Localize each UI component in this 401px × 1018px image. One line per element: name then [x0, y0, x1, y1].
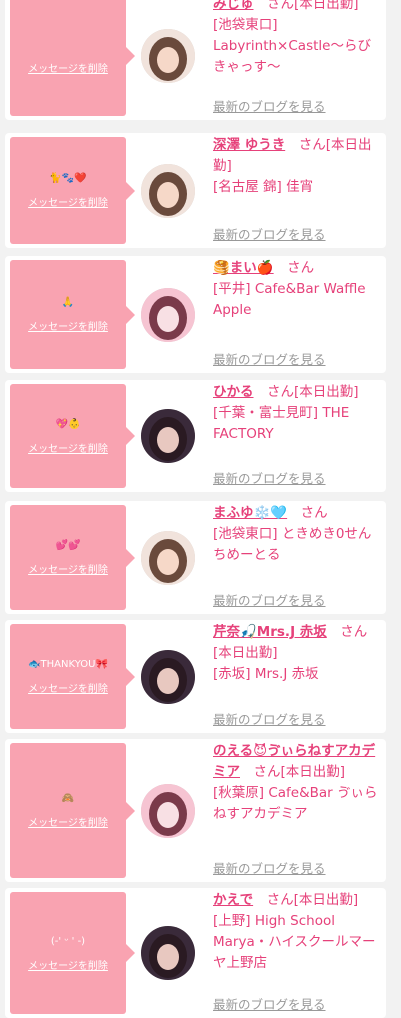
avatar[interactable] — [141, 164, 195, 218]
status-text: さん — [300, 505, 328, 521]
delete-message-link[interactable]: メッセージを削除 — [28, 318, 108, 333]
message-text: 💖👶 — [55, 418, 81, 430]
cast-info: ひかる さん[本日出勤] [千葉・富士見町] THE FACTORY — [213, 382, 381, 445]
cast-info: のえる😈ゔぃらねすアカデミア さん[本日出勤] [秋葉原] Cafe&Bar ゔぃ… — [213, 741, 381, 825]
follow-card: (-' ᵕ ' -) メッセージを削除 かえで さん[本日出勤] [上野] High … — [5, 888, 386, 1018]
cast-name-link[interactable]: みじゅ — [213, 0, 254, 12]
avatar[interactable] — [141, 926, 195, 980]
message-bubble: 🙏 メッセージを削除 — [10, 260, 135, 369]
message-bubble: 🐟THANKYOU🎀 メッセージを削除 — [10, 624, 135, 729]
shop-name: [池袋東口] Labyrinth×Castle〜らびきゃっす〜 — [213, 17, 371, 75]
follow-card: メッセージを削除 みじゅ さん[本日出勤] [池袋東口] Labyrinth×Cas… — [5, 0, 386, 120]
cast-info: みじゅ さん[本日出勤] [池袋東口] Labyrinth×Castle〜らびきゃ… — [213, 0, 381, 78]
delete-message-link[interactable]: メッセージを削除 — [28, 60, 108, 75]
follow-card: 🐟THANKYOU🎀 メッセージを削除 芹奈🎣Mrs.J 赤坂 さん[本日出勤] [赤… — [5, 620, 386, 733]
delete-message-link[interactable]: メッセージを削除 — [28, 680, 108, 695]
message-text: 🐈🐾❤️ — [49, 173, 87, 184]
shop-name: [池袋東口] ときめき0せんちめーとる — [213, 526, 372, 563]
cast-info: まふゆ❄️🩵 さん [池袋東口] ときめき0せんちめーとる — [213, 503, 381, 566]
delete-message-link[interactable]: メッセージを削除 — [28, 194, 108, 209]
follow-card: 🙏 メッセージを削除 🥞まい🍎 さん [平井] Cafe&Bar Waffle App… — [5, 256, 386, 373]
latest-blog-link[interactable]: 最新のブログを見る — [213, 590, 326, 609]
cast-info: 深澤 ゆうき さん[本日出勤] [名古屋 錦] 佳宵 — [213, 135, 381, 198]
message-bubble: メッセージを削除 — [10, 0, 135, 116]
status-text: さん — [287, 260, 315, 276]
latest-blog-link[interactable]: 最新のブログを見る — [213, 96, 326, 115]
cast-name-link[interactable]: 深澤 ゆうき — [213, 137, 285, 153]
message-text: 🐟THANKYOU🎀 — [28, 659, 108, 670]
avatar[interactable] — [141, 288, 195, 342]
cast-name-link[interactable]: まふゆ❄️🩵 — [213, 505, 287, 521]
status-text: さん[本日出勤] — [266, 892, 359, 908]
follow-card: 💖👶 メッセージを削除 ひかる さん[本日出勤] [千葉・富士見町] THE FACT… — [5, 380, 386, 492]
shop-name: [千葉・富士見町] THE FACTORY — [213, 405, 350, 442]
message-bubble: 🐈🐾❤️ メッセージを削除 — [10, 137, 135, 244]
status-text: さん[本日出勤] — [267, 384, 359, 400]
cast-name-link[interactable]: ひかる — [213, 384, 254, 400]
cast-info: 🥞まい🍎 さん [平井] Cafe&Bar Waffle Apple — [213, 258, 381, 321]
cast-info: かえで さん[本日出勤] [上野] High School Marya・ハイスクー… — [213, 890, 381, 974]
avatar[interactable] — [141, 784, 195, 838]
avatar[interactable] — [141, 531, 195, 585]
latest-blog-link[interactable]: 最新のブログを見る — [213, 468, 326, 487]
delete-message-link[interactable]: メッセージを削除 — [28, 561, 108, 576]
avatar[interactable] — [141, 650, 195, 704]
avatar[interactable] — [141, 29, 195, 83]
message-bubble: 💕💕 メッセージを削除 — [10, 505, 135, 610]
message-bubble: 🙈 メッセージを削除 — [10, 743, 135, 878]
follow-card: 🐈🐾❤️ メッセージを削除 深澤 ゆうき さん[本日出勤] [名古屋 錦] 佳宵最新の… — [5, 133, 386, 248]
delete-message-link[interactable]: メッセージを削除 — [28, 814, 108, 829]
message-text: 💕💕 — [55, 540, 81, 551]
cast-name-link[interactable]: 芹奈🎣Mrs.J 赤坂 — [213, 624, 327, 640]
status-text: さん[本日出勤] — [267, 0, 359, 12]
cast-name-link[interactable]: 🥞まい🍎 — [213, 260, 274, 276]
message-bubble: (-' ᵕ ' -) メッセージを削除 — [10, 892, 135, 1014]
message-bubble: 💖👶 メッセージを削除 — [10, 384, 135, 488]
latest-blog-link[interactable]: 最新のブログを見る — [213, 858, 326, 877]
shop-name: [平井] Cafe&Bar Waffle Apple — [213, 281, 366, 318]
message-text: (-' ᵕ ' -) — [50, 935, 86, 947]
shop-name: [名古屋 錦] 佳宵 — [213, 179, 314, 195]
latest-blog-link[interactable]: 最新のブログを見る — [213, 709, 326, 728]
shop-name: [上野] High School Marya・ハイスクールマーヤ上野店 — [213, 913, 376, 971]
delete-message-link[interactable]: メッセージを削除 — [28, 440, 108, 455]
cast-info: 芹奈🎣Mrs.J 赤坂 さん[本日出勤] [赤坂] Mrs.J 赤坂 — [213, 622, 381, 685]
follow-card: 🙈 メッセージを削除 のえる😈ゔぃらねすアカデミア さん[本日出勤] [秋葉原] Ca… — [5, 739, 386, 882]
message-text: 🙏 — [61, 297, 75, 308]
latest-blog-link[interactable]: 最新のブログを見る — [213, 349, 326, 368]
shop-name: [赤坂] Mrs.J 赤坂 — [213, 666, 319, 682]
avatar[interactable] — [141, 409, 195, 463]
message-text: 🙈 — [61, 793, 75, 804]
status-text: さん[本日出勤] — [253, 764, 346, 780]
latest-blog-link[interactable]: 最新のブログを見る — [213, 224, 326, 243]
shop-name: [秋葉原] Cafe&Bar ゔぃらねすアカデミア — [213, 785, 378, 822]
follow-card: 💕💕 メッセージを削除 まふゆ❄️🩵 さん [池袋東口] ときめき0せんちめーとる最新… — [5, 501, 386, 614]
latest-blog-link[interactable]: 最新のブログを見る — [213, 994, 326, 1013]
cast-name-link[interactable]: かえで — [213, 892, 253, 908]
delete-message-link[interactable]: メッセージを削除 — [28, 957, 108, 972]
